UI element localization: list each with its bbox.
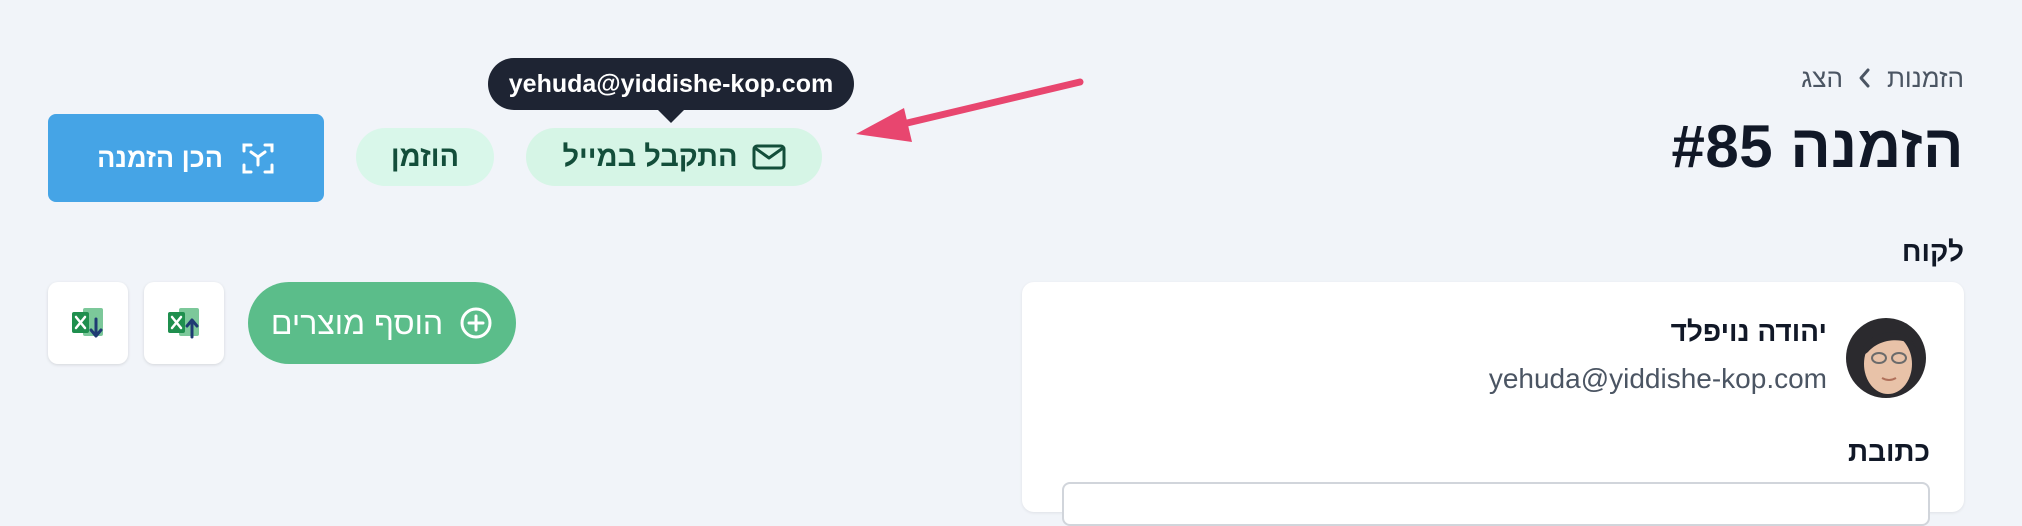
customer-name: יהודה נויפלד (1670, 316, 1827, 347)
excel-export-button[interactable] (48, 282, 128, 364)
email-tooltip: yehuda@yiddishe-kop.com (488, 58, 854, 110)
chevron-left-icon (1857, 67, 1873, 89)
breadcrumb-orders-link[interactable]: הזמנות (1887, 63, 1964, 94)
ordered-badge: הוזמן (356, 128, 494, 186)
breadcrumb: הזמנות הצג (1801, 58, 1964, 98)
page-title: הזמנה #85 (1671, 113, 1964, 180)
avatar (1846, 318, 1926, 398)
plus-circle-icon (459, 306, 493, 340)
add-products-label: הוסף מוצרים (270, 304, 444, 341)
address-field[interactable] (1062, 482, 1930, 526)
email-received-label: התקבל במייל (562, 140, 738, 173)
envelope-icon (752, 143, 786, 171)
excel-export-icon (69, 305, 107, 341)
scan-icon (241, 141, 275, 175)
excel-import-button[interactable] (144, 282, 224, 364)
address-label: כתובת (1847, 436, 1930, 467)
breadcrumb-current: הצג (1801, 62, 1843, 93)
tooltip-pointer (657, 109, 685, 123)
customer-section-label: לקוח (1901, 236, 1964, 267)
customer-email: yehuda@yiddishe-kop.com (1488, 363, 1827, 394)
add-products-button[interactable]: הוסף מוצרים (248, 282, 516, 364)
prepare-order-label: הכן הזמנה (97, 142, 223, 173)
excel-import-icon (165, 305, 203, 341)
annotation-arrow (856, 78, 1084, 142)
prepare-order-button[interactable]: הכן הזמנה (48, 114, 324, 202)
email-received-badge[interactable]: התקבל במייל (526, 128, 822, 186)
